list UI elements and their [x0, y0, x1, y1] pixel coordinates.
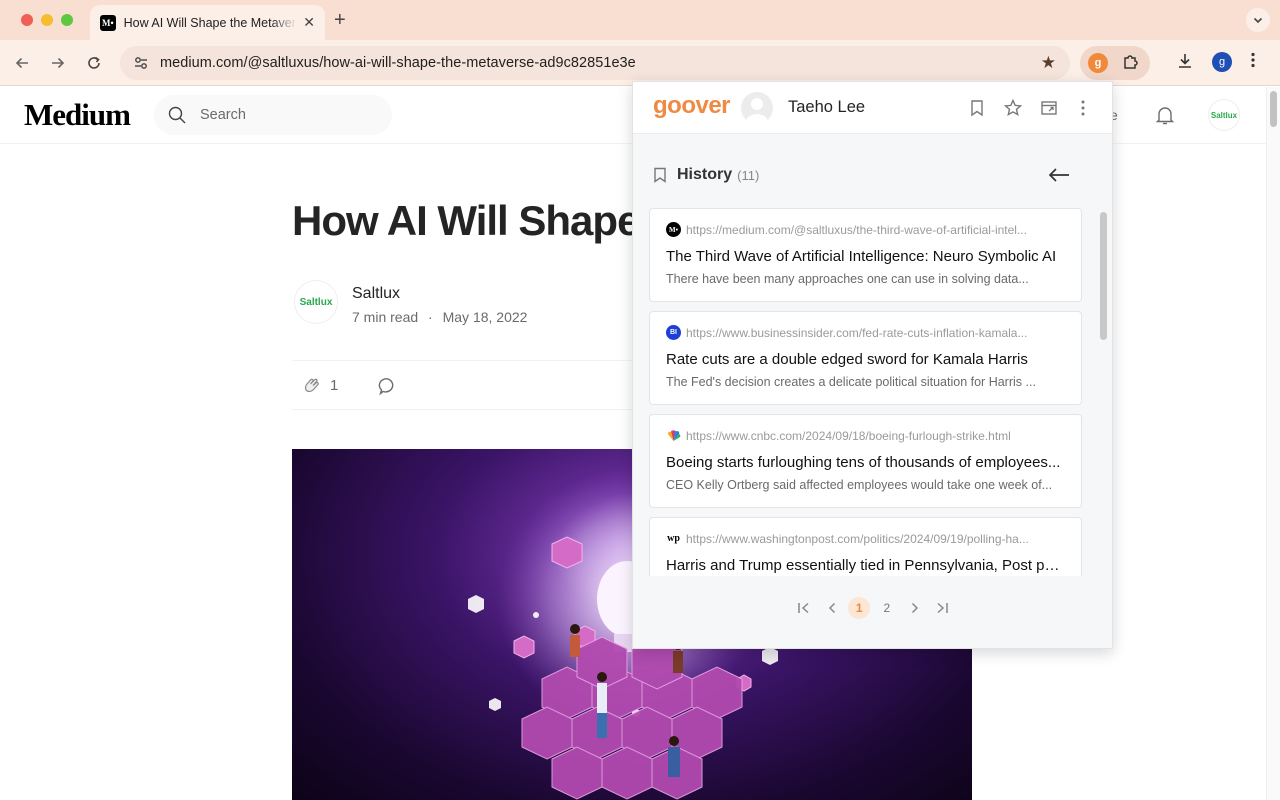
publish-date: May 18, 2022	[442, 309, 528, 325]
forward-button[interactable]	[47, 52, 69, 74]
clap-button[interactable]: 1	[302, 375, 338, 395]
chevron-down-icon	[1253, 17, 1263, 24]
arrow-right-icon	[52, 57, 65, 69]
window-zoom-button[interactable]	[61, 14, 73, 26]
window-close-button[interactable]	[21, 14, 33, 26]
medium-logo[interactable]: Medium	[24, 97, 131, 133]
medium-search-input[interactable]: Search	[154, 95, 392, 135]
goover-logo: goover	[653, 92, 731, 119]
browser-tab-active[interactable]: M• How AI Will Shape the Metaverse ✕	[90, 5, 325, 40]
article-meta: 7 min read · May 18, 2022	[352, 309, 527, 325]
download-icon[interactable]	[1176, 52, 1194, 75]
star-icon[interactable]	[1003, 98, 1023, 118]
cnbc-peacock-favicon-icon	[666, 428, 681, 443]
pagination: 1 2	[793, 595, 953, 621]
businessinsider-favicon-icon: BI	[666, 325, 681, 340]
last-page-icon[interactable]	[931, 597, 953, 619]
reload-button[interactable]	[83, 52, 105, 74]
search-icon	[168, 106, 186, 124]
site-info-icon[interactable]	[132, 54, 150, 72]
notifications-bell-icon[interactable]	[1154, 104, 1176, 131]
history-card[interactable]: https://www.cnbc.com/2024/09/18/boeing-f…	[649, 414, 1082, 508]
history-bookmark-icon	[654, 167, 666, 183]
clap-count: 1	[330, 376, 339, 394]
user-avatar[interactable]: Saltlux	[1208, 99, 1240, 131]
arrow-left-icon	[15, 57, 28, 69]
read-time: 7 min read	[352, 309, 419, 325]
author-avatar[interactable]: Saltlux	[294, 280, 338, 324]
profile-avatar[interactable]: g	[1212, 52, 1232, 72]
browser-tab-strip: M• How AI Will Shape the Metaverse ✕ +	[0, 0, 1280, 40]
tab-search-button[interactable]	[1246, 8, 1270, 32]
history-scrollbar[interactable]	[1099, 208, 1107, 578]
page-1-button[interactable]: 1	[848, 597, 871, 619]
back-arrow-icon[interactable]	[1047, 166, 1071, 189]
back-button[interactable]	[11, 52, 33, 74]
user-name: Taeho Lee	[788, 98, 866, 116]
card-url: https://medium.com/@saltluxus/the-third-…	[686, 223, 1027, 237]
browser-toolbar: medium.com/@saltluxus/how-ai-will-shape-…	[0, 40, 1280, 86]
card-description: The Fed's decision creates a delicate po…	[666, 375, 1036, 389]
open-in-new-window-icon[interactable]	[1039, 98, 1059, 118]
history-card[interactable]: BI https://www.businessinsider.com/fed-r…	[649, 311, 1082, 405]
first-page-icon[interactable]	[793, 597, 815, 619]
address-bar[interactable]: medium.com/@saltluxus/how-ai-will-shape-…	[120, 46, 1070, 80]
browser-menu-icon[interactable]	[1251, 52, 1255, 73]
reload-icon	[88, 56, 100, 69]
window-minimize-button[interactable]	[41, 14, 53, 26]
bookmark-star-icon[interactable]: ★	[1041, 53, 1056, 73]
history-header: History (11)	[653, 166, 759, 184]
article-title: How AI Will Shape	[292, 197, 640, 244]
card-title: Harris and Trump essentially tied in Pen…	[666, 557, 1066, 574]
history-card[interactable]: wp https://www.washingtonpost.com/politi…	[649, 517, 1082, 576]
tab-close-icon[interactable]: ✕	[303, 14, 315, 31]
history-title: History	[677, 166, 733, 183]
card-title: Rate cuts are a double edged sword for K…	[666, 351, 1028, 368]
goover-popup: goover Taeho Lee History (11) M• https:/…	[632, 81, 1113, 649]
goover-header: goover Taeho Lee	[633, 82, 1112, 134]
card-title: Boeing starts furloughing tens of thousa…	[666, 454, 1061, 471]
card-description: CEO Kelly Ortberg said affected employee…	[666, 478, 1053, 492]
new-tab-button[interactable]: +	[334, 9, 346, 32]
search-placeholder: Search	[200, 107, 246, 123]
author-name[interactable]: Saltlux	[352, 285, 400, 303]
washingtonpost-favicon-icon: wp	[666, 531, 681, 546]
history-scrollbar-thumb[interactable]	[1100, 212, 1107, 340]
page-scrollbar[interactable]	[1266, 87, 1280, 800]
address-url: medium.com/@saltluxus/how-ai-will-shape-…	[160, 55, 636, 71]
clap-icon	[304, 378, 319, 393]
prev-page-icon[interactable]	[821, 597, 843, 619]
history-card[interactable]: M• https://medium.com/@saltluxus/the-thi…	[649, 208, 1082, 302]
meta-separator: ·	[428, 309, 433, 325]
medium-favicon-icon: M•	[100, 14, 116, 31]
page-2-button[interactable]: 2	[876, 597, 898, 619]
extensions-group: g	[1080, 46, 1150, 80]
history-count: (11)	[737, 167, 760, 183]
card-url: https://www.businessinsider.com/fed-rate…	[686, 326, 1028, 340]
card-description: There have been many approaches one can …	[666, 272, 1029, 286]
card-url: https://www.washingtonpost.com/politics/…	[686, 532, 1029, 546]
goover-extension-icon[interactable]: g	[1088, 53, 1108, 73]
card-url: https://www.cnbc.com/2024/09/18/boeing-f…	[686, 429, 1011, 443]
card-title: The Third Wave of Artificial Intelligenc…	[666, 248, 1057, 265]
medium-favicon-icon: M•	[666, 222, 681, 237]
more-vertical-icon[interactable]	[1073, 98, 1093, 118]
bookmark-icon[interactable]	[967, 98, 987, 118]
page-scrollbar-thumb[interactable]	[1270, 91, 1277, 127]
history-list: M• https://medium.com/@saltluxus/the-thi…	[649, 208, 1082, 576]
comment-icon[interactable]	[378, 376, 398, 401]
user-avatar-icon[interactable]	[741, 92, 773, 124]
next-page-icon[interactable]	[904, 597, 926, 619]
tab-title: How AI Will Shape the Metaverse	[123, 15, 298, 30]
extensions-puzzle-icon[interactable]	[1122, 52, 1140, 75]
